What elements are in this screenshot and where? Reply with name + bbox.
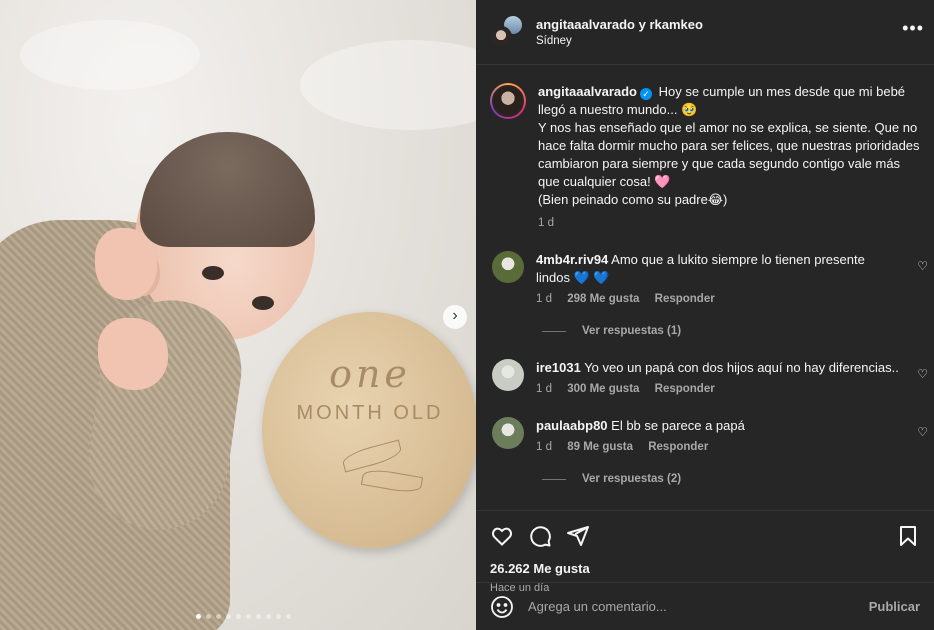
post-photo[interactable]: one MONTH OLD › [0,0,476,630]
share-icon[interactable] [566,524,590,548]
emoji-icon[interactable] [490,595,514,619]
carousel-dot [276,614,281,619]
like-heart-icon[interactable] [490,524,514,548]
comment-composer: Publicar [476,582,934,630]
carousel-dot [266,614,271,619]
carousel-dot [246,614,251,619]
collab-avatars[interactable] [490,14,526,50]
comment-like-heart-icon[interactable]: ♡ [917,259,928,273]
carousel-dot [256,614,261,619]
comment-text: El bb se parece a papá [607,418,745,433]
author-avatar[interactable] [490,83,526,119]
caption-text-2: Y nos has enseñado que el amor no se exp… [538,120,920,189]
commenter-avatar[interactable] [492,251,524,283]
comment-time[interactable]: 1 d [536,293,552,305]
comments-feed[interactable]: angitaaalvarado ✓ Hoy se cumple un mes de… [476,65,934,510]
reply-button[interactable]: Responder [648,441,708,453]
plaque-text-one: one [329,352,411,396]
commenter-username[interactable]: ire1031 [536,360,581,375]
comment-like-heart-icon[interactable]: ♡ [917,425,928,439]
comment-likes[interactable]: 89 Me gusta [567,441,633,453]
baby-hand [95,228,157,300]
carousel-dot [226,614,231,619]
comment-like-heart-icon[interactable]: ♡ [917,367,928,381]
carousel-next-button[interactable]: › [443,305,467,329]
likes-count[interactable]: 26.262 Me gusta [490,561,920,576]
comment-icon[interactable] [528,524,552,548]
plaque-text-month: MONTH OLD [296,402,444,424]
leaf-icon [340,439,404,473]
leaf-icon [360,466,424,496]
carousel-dot [216,614,221,619]
reply-button[interactable]: Responder [655,293,715,305]
blanket-fold [300,40,476,130]
caption-username[interactable]: angitaaalvarado [538,84,637,99]
post-panel: angitaaalvarado y rkamkeo Sídney ••• ang… [476,0,934,630]
view-replies-button[interactable]: Ver respuestas (2) [542,473,920,485]
post-location[interactable]: Sídney [536,35,703,47]
caption-text-3: (Bien peinado como su padre😂) [538,192,728,207]
reply-button[interactable]: Responder [655,383,715,395]
carousel-dots [196,614,291,619]
view-replies-label: Ver respuestas (2) [582,473,682,485]
comment-input[interactable] [528,599,855,614]
divider [542,330,566,332]
baby-hand [98,318,168,390]
baby-hair [140,132,315,247]
comment-time[interactable]: 1 d [536,383,552,395]
verified-icon: ✓ [640,88,652,100]
save-bookmark-icon[interactable] [896,524,920,548]
carousel-dot [206,614,211,619]
comment-item: paulaabp80 El bb se parece a papá 1 d 89… [490,417,928,453]
comment-text: Yo veo un papá con dos hijos aquí no hay… [580,360,899,375]
blanket-fold [20,20,200,90]
commenter-username[interactable]: 4mb4r.riv94 [536,252,608,267]
view-replies-label: Ver respuestas (1) [582,325,682,337]
carousel-dot [286,614,291,619]
post-caption: angitaaalvarado ✓ Hoy se cumple un mes de… [490,83,920,229]
carousel-dot [196,614,201,619]
comment-item: 4mb4r.riv94 Amo que a lukito siempre lo … [490,251,928,305]
divider [542,478,566,480]
publish-button[interactable]: Publicar [869,599,920,614]
comment-time[interactable]: 1 d [536,441,552,453]
post-authors[interactable]: angitaaalvarado y rkamkeo [536,17,703,32]
post-header: angitaaalvarado y rkamkeo Sídney ••• [476,0,934,65]
baby-eye [202,266,224,280]
carousel-dot [236,614,241,619]
wooden-plaque: one MONTH OLD [262,312,476,548]
commenter-avatar[interactable] [492,417,524,449]
avatar [490,26,512,48]
commenter-avatar[interactable] [492,359,524,391]
comment-likes[interactable]: 300 Me gusta [567,383,639,395]
baby-eye [252,296,274,310]
more-options-icon[interactable]: ••• [902,18,924,39]
caption-time[interactable]: 1 d [538,217,554,229]
view-replies-button[interactable]: Ver respuestas (1) [542,325,920,337]
comment-item: ire1031 Yo veo un papá con dos hijos aqu… [490,359,928,395]
comment-likes[interactable]: 298 Me gusta [567,293,639,305]
commenter-username[interactable]: paulaabp80 [536,418,608,433]
